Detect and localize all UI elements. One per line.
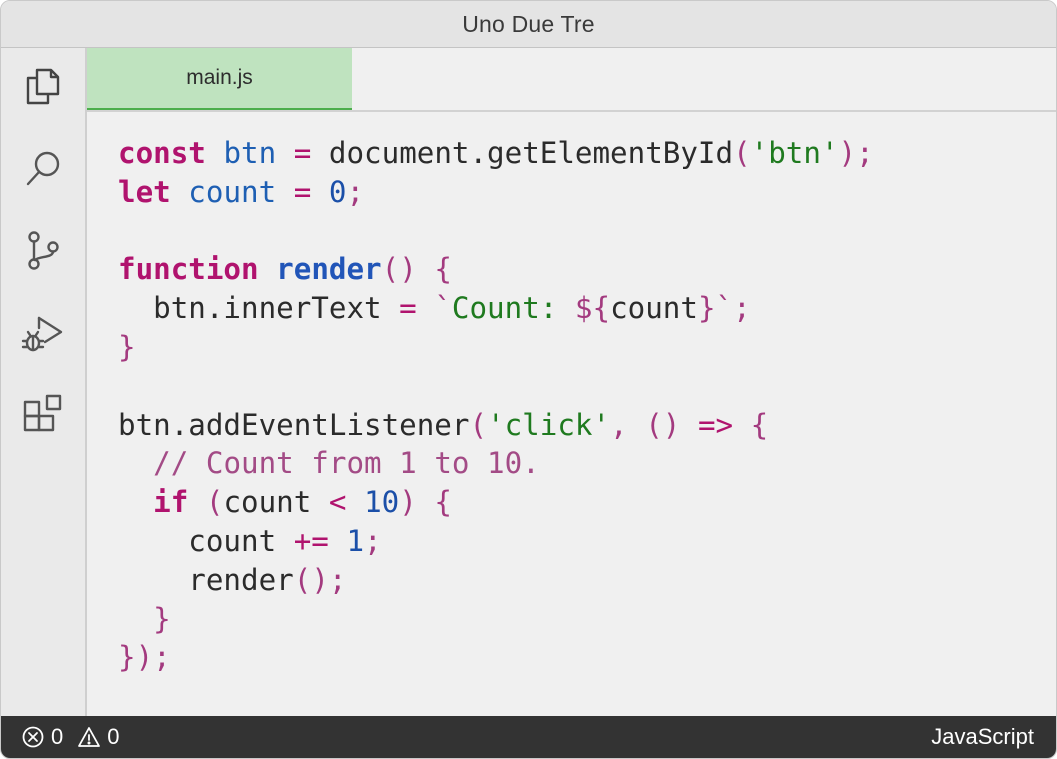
explorer-icon[interactable]: [21, 64, 65, 108]
error-icon: [22, 726, 44, 748]
extensions-icon[interactable]: [21, 392, 65, 436]
status-bar: 0 0 JavaScript: [1, 716, 1056, 758]
source-control-icon[interactable]: [21, 228, 65, 272]
problems-indicator[interactable]: 0 0: [21, 716, 120, 758]
tab-label: main.js: [186, 66, 253, 89]
error-count: 0: [51, 724, 64, 749]
tab-main-js[interactable]: main.js: [87, 48, 352, 110]
code-editor[interactable]: const btn = document.getElementById('btn…: [118, 134, 874, 677]
run-debug-icon[interactable]: [21, 310, 65, 354]
warning-count: 0: [107, 724, 120, 749]
editor-window: Uno Due Tre main.js const btn = document…: [0, 0, 1057, 759]
language-mode-label: JavaScript: [931, 724, 1034, 749]
search-icon[interactable]: [21, 146, 65, 190]
activity-bar: [1, 48, 87, 716]
editor-area: main.js const btn = document.getElementB…: [87, 48, 1056, 716]
tab-bar: main.js: [87, 48, 1056, 112]
window-title: Uno Due Tre: [462, 10, 595, 37]
warning-icon: [78, 727, 101, 747]
language-mode[interactable]: JavaScript: [931, 716, 1034, 758]
title-bar: Uno Due Tre: [1, 1, 1056, 48]
